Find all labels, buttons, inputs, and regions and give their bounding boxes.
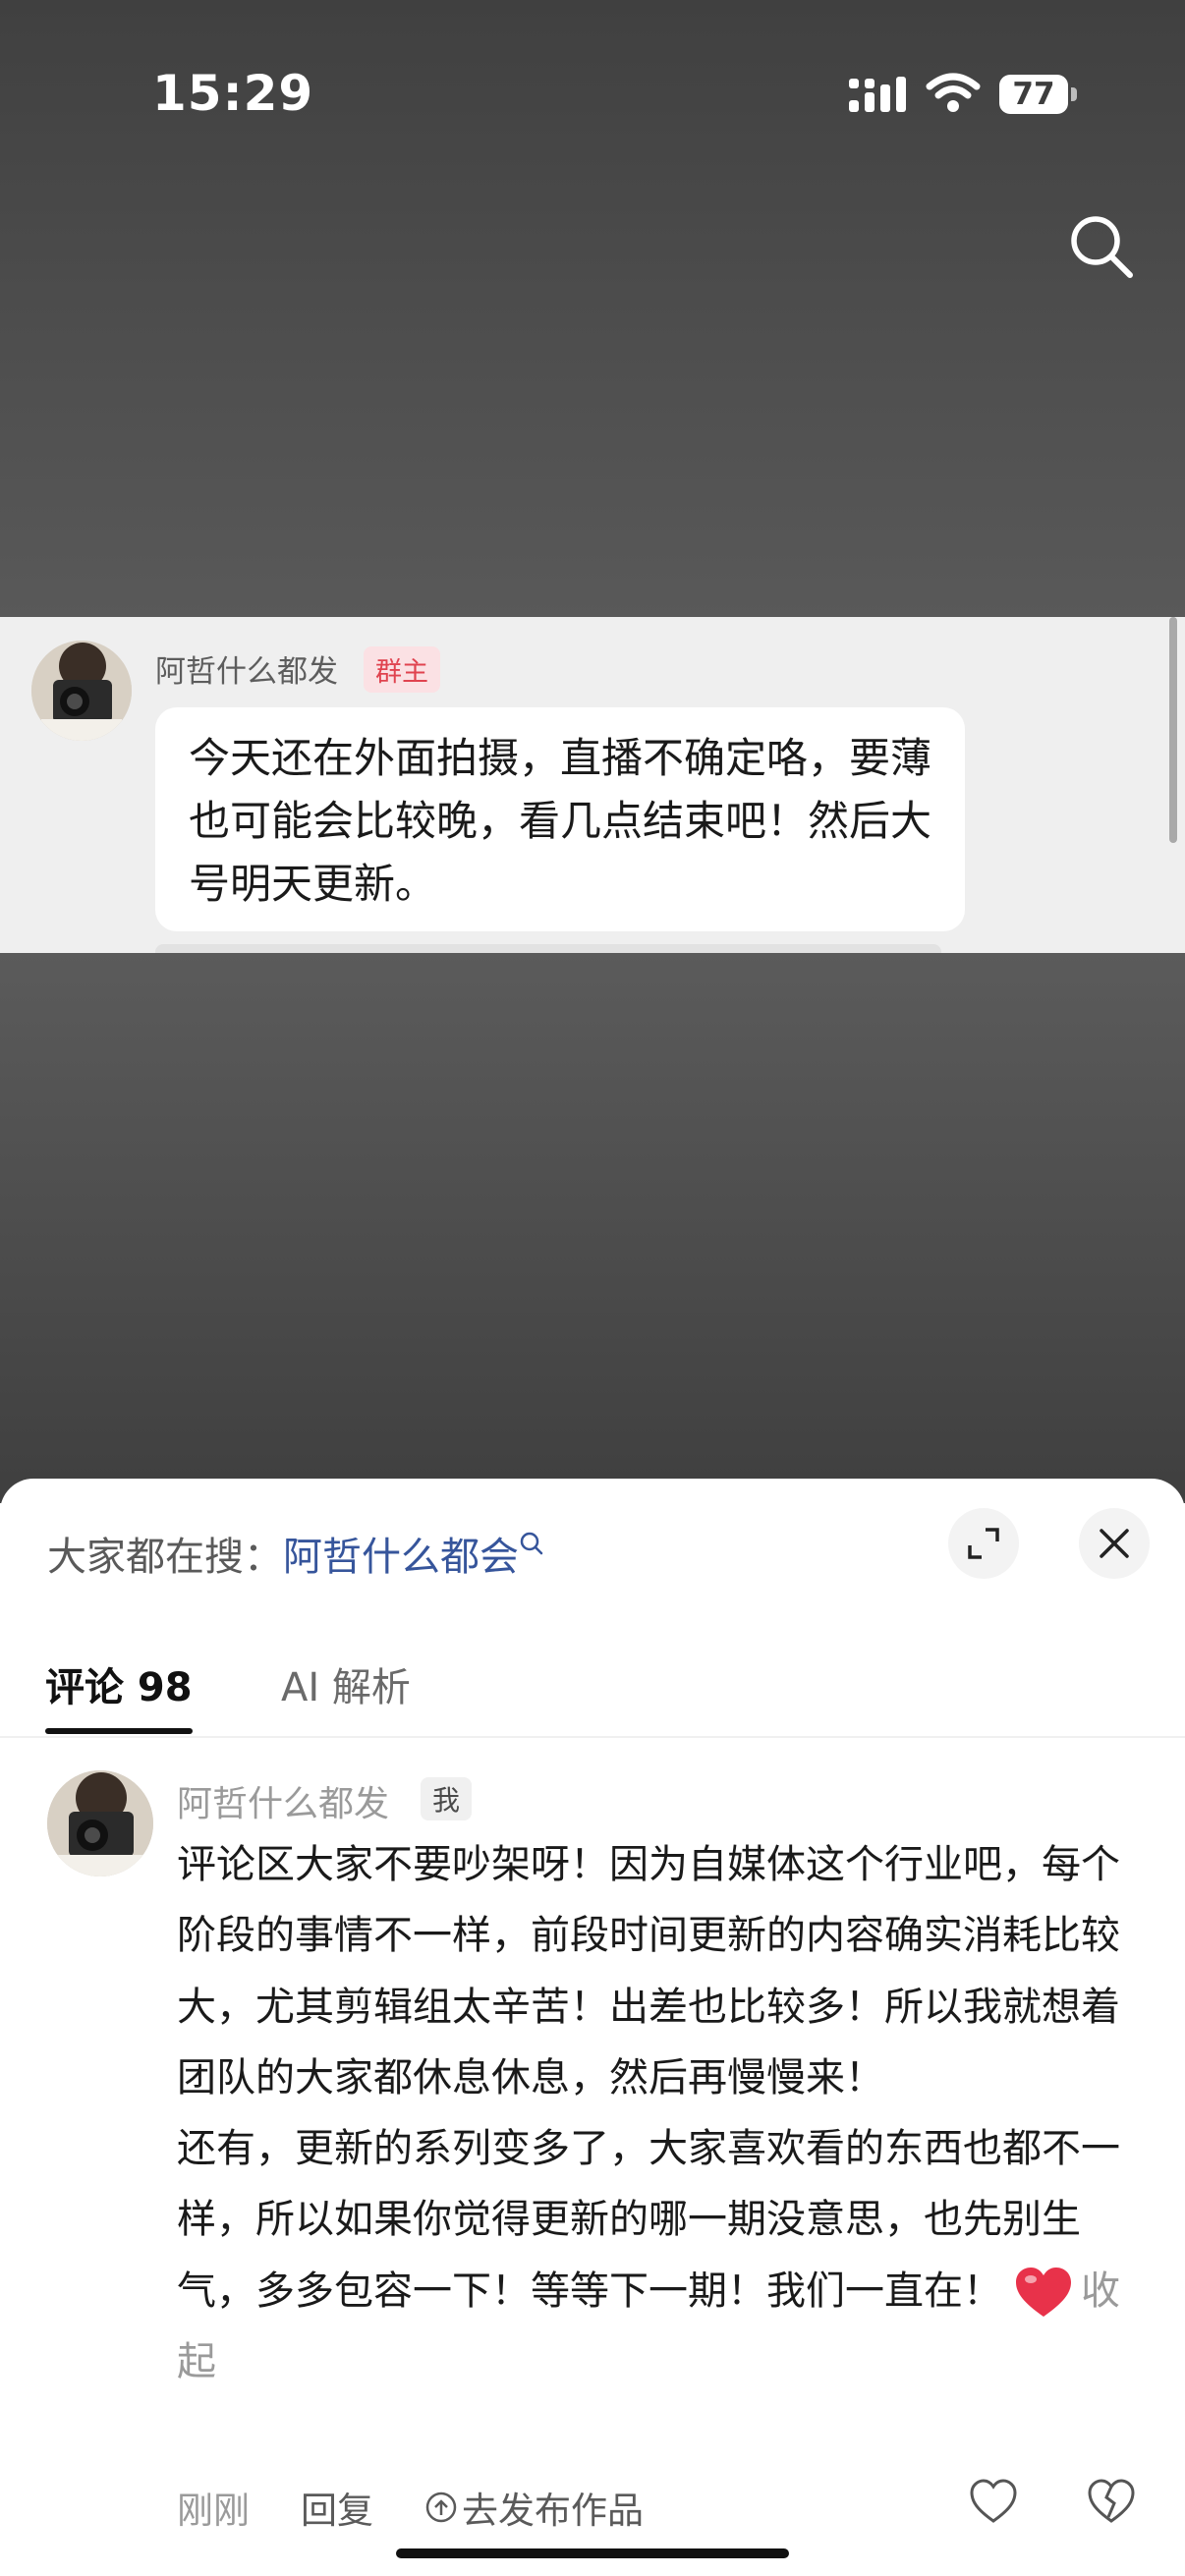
close-icon — [1100, 1529, 1129, 1558]
chat-bubble: 今天还在外面拍摄，直播不确定咯，要薄也可能会比较晚，看几点结束吧！然后大号明天更… — [155, 707, 965, 931]
comment-avatar[interactable] — [47, 1770, 153, 1876]
self-badge: 我 — [421, 1777, 473, 1820]
upload-circle-icon — [425, 2492, 457, 2523]
tab-comments[interactable]: 评论 98 — [45, 1655, 193, 1712]
hot-search-keyword[interactable]: 阿哲什么都会 — [283, 1535, 519, 1580]
publish-work-label: 去发布作品 — [462, 2490, 644, 2532]
battery-level: 77 — [999, 75, 1068, 114]
comment-text: 评论区大家不要吵架呀！因为自媒体这个行业吧，每个阶段的事情不一样，前段时间更新的… — [177, 1829, 1150, 2397]
publish-work-button[interactable]: 去发布作品 — [424, 2481, 644, 2534]
active-tab-indicator — [45, 1728, 193, 1734]
wifi-icon — [926, 73, 981, 112]
next-bubble-edge — [155, 944, 941, 953]
group-chat-message: 阿哲什么都发 群主 今天还在外面拍摄，直播不确定咯，要薄也可能会比较晚，看几点结… — [0, 617, 1185, 953]
group-owner-badge: 群主 — [364, 646, 440, 693]
close-button[interactable] — [1079, 1508, 1150, 1579]
avatar[interactable] — [31, 641, 132, 741]
broken-heart-icon[interactable] — [1087, 2478, 1136, 2525]
comment-paragraph: 评论区大家不要吵架呀！因为自媒体这个行业吧，每个阶段的事情不一样，前段时间更新的… — [177, 1842, 1120, 2100]
comment-author[interactable]: 阿哲什么都发 — [177, 1775, 389, 1826]
heart-outline-icon[interactable] — [969, 2478, 1018, 2525]
hot-search-bar[interactable]: 大家都在搜：阿哲什么都会 — [47, 1525, 544, 1582]
tab-ai-analysis[interactable]: AI 解析 — [281, 1655, 411, 1712]
small-search-icon — [520, 1532, 543, 1555]
avatar-photo — [31, 641, 132, 741]
battery-indicator: 77 — [999, 75, 1078, 116]
heart-emoji-icon — [1016, 2267, 1071, 2317]
chat-sender-name: 阿哲什么都发 — [155, 654, 338, 690]
expand-icon — [968, 1528, 999, 1559]
comment-time: 刚刚 — [177, 2490, 250, 2532]
status-time: 15:29 — [152, 65, 314, 122]
avatar-photo — [47, 1770, 153, 1876]
divider — [0, 1736, 1185, 1738]
cellular-signal-icon — [849, 77, 906, 112]
home-indicator — [396, 2548, 789, 2558]
scrollbar[interactable] — [1169, 617, 1177, 843]
hot-search-label: 大家都在搜： — [47, 1535, 283, 1580]
comment-paragraph-last: 还有，更新的系列变多了，大家喜欢看的东西也都不一样，所以如果你觉得更新的哪一期没… — [177, 2113, 1150, 2397]
expand-button[interactable] — [948, 1508, 1019, 1579]
search-icon[interactable] — [1067, 212, 1136, 281]
comment-sheet: 大家都在搜：阿哲什么都会 评论 98 AI 解析 阿哲什么都发 我 评论区大家不… — [0, 1479, 1185, 2576]
battery-cap — [1071, 87, 1077, 101]
comment-paragraph-2: 还有，更新的系列变多了，大家喜欢看的东西也都不一样，所以如果你觉得更新的哪一期没… — [177, 2126, 1120, 2314]
video-background-middle — [0, 953, 1185, 1503]
reply-button[interactable]: 回复 — [301, 2481, 373, 2534]
